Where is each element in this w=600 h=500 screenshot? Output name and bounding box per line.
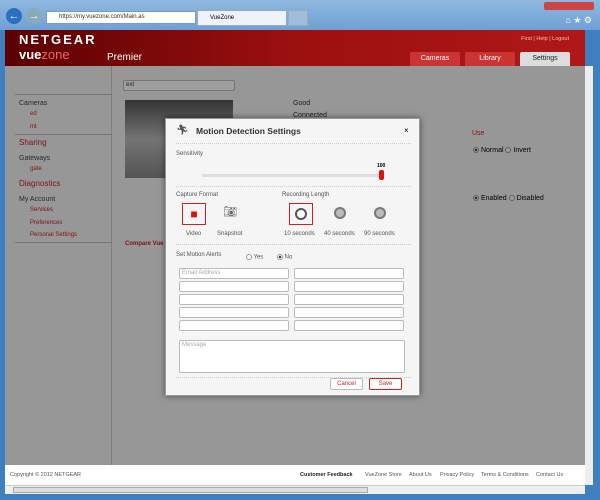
cancel-button[interactable]: Cancel: [330, 378, 363, 390]
home-star-gear-icons[interactable]: ⌂ ★ ⚙: [565, 15, 592, 26]
alerts-no-radio[interactable]: No: [277, 254, 292, 261]
email-field-1[interactable]: Email Address: [179, 268, 289, 279]
camera-icon[interactable]: 📷︎: [223, 205, 237, 218]
link-about-us[interactable]: About Us: [409, 472, 432, 478]
10-seconds-label: 10 seconds: [284, 231, 315, 237]
copyright: Copyright © 2012 NETGEAR: [10, 472, 81, 478]
tier-label: Premier: [107, 52, 143, 63]
footer: Copyright © 2012 NETGEAR Customer Feedba…: [5, 465, 585, 485]
email-field-2[interactable]: [179, 281, 289, 292]
recording-length-label: Recording Length: [282, 192, 330, 198]
running-man-icon: 🏃︎: [176, 125, 189, 136]
sensitivity-slider[interactable]: [202, 174, 382, 177]
email-field-3[interactable]: [179, 294, 289, 305]
netgear-logo: NETGEAR: [19, 32, 97, 47]
window-controls[interactable]: [544, 2, 594, 10]
browser-toolbar: ← → https://my.vuezone.com/Main.as VueZo…: [0, 0, 600, 30]
email-field-7[interactable]: [294, 281, 404, 292]
sensitivity-value: 100: [377, 163, 386, 169]
horizontal-scrollbar[interactable]: [5, 485, 585, 494]
dialog-title: Motion Detection Settings: [196, 126, 301, 136]
link-contact-us[interactable]: Contact Us: [536, 472, 563, 478]
back-button[interactable]: ←: [6, 8, 22, 24]
stopwatch-10-button[interactable]: [289, 203, 313, 225]
new-tab-button[interactable]: [288, 10, 308, 26]
snapshot-label: Snapshot: [217, 231, 243, 237]
address-bar[interactable]: https://my.vuezone.com/Main.as: [46, 11, 196, 24]
link-terms[interactable]: Terms & Conditions: [481, 472, 529, 478]
link-first[interactable]: First: [521, 36, 532, 42]
email-field-5[interactable]: [179, 320, 289, 331]
stopwatch-40-icon[interactable]: [334, 207, 346, 219]
capture-format-label: Capture Format: [176, 192, 219, 198]
message-textarea[interactable]: Message: [179, 340, 405, 373]
alerts-label: Set Motion Alerts: [176, 252, 222, 258]
tab-library[interactable]: Library: [465, 52, 515, 66]
90-seconds-label: 90 seconds: [364, 231, 395, 237]
browser-tab[interactable]: VueZone: [197, 10, 287, 26]
stopwatch-icon: [295, 208, 307, 220]
slider-handle[interactable]: [379, 170, 384, 180]
tab-cameras[interactable]: Cameras: [410, 52, 460, 66]
tab-settings[interactable]: Settings: [520, 52, 570, 66]
alerts-yes-radio[interactable]: Yes: [246, 254, 263, 261]
link-vuezone-store[interactable]: VueZone Store: [365, 472, 402, 478]
top-links: First | Help | Logout: [521, 36, 569, 42]
sensitivity-label: Sensitivity: [176, 151, 204, 157]
link-privacy-policy[interactable]: Privacy Policy: [440, 472, 474, 478]
save-button[interactable]: Save: [369, 378, 402, 390]
scroll-thumb[interactable]: [13, 487, 368, 493]
motion-detection-dialog: 🏃︎ Motion Detection Settings × Sensitivi…: [165, 118, 420, 396]
link-logout[interactable]: Logout: [552, 36, 569, 42]
close-button[interactable]: ×: [404, 126, 409, 135]
vuezone-logo: vuezone: [19, 47, 70, 62]
email-field-8[interactable]: [294, 294, 404, 305]
email-field-6[interactable]: [294, 268, 404, 279]
link-customer-feedback[interactable]: Customer Feedback: [300, 472, 353, 478]
site-header: NETGEAR vuezone Premier First | Help | L…: [5, 30, 585, 66]
video-camera-icon[interactable]: ■: [182, 203, 206, 225]
email-field-9[interactable]: [294, 307, 404, 318]
vertical-scrollbar[interactable]: [585, 66, 593, 485]
email-field-4[interactable]: [179, 307, 289, 318]
email-field-10[interactable]: [294, 320, 404, 331]
40-seconds-label: 40 seconds: [324, 231, 355, 237]
forward-button[interactable]: →: [26, 8, 42, 24]
video-label: Video: [186, 231, 202, 237]
stopwatch-90-icon[interactable]: [374, 207, 386, 219]
link-help[interactable]: Help: [536, 36, 547, 42]
